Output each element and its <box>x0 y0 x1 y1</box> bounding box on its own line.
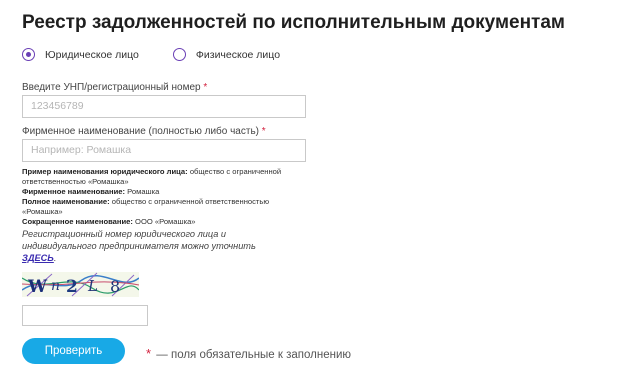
page-title: Реестр задолженностей по исполнительным … <box>22 12 565 33</box>
radio-individual[interactable]: Физическое лицо <box>172 48 281 61</box>
required-fields-text: — поля обязательные к заполнению <box>156 349 352 361</box>
hint-term: Пример наименования юридического лица: <box>22 167 188 176</box>
company-name-input[interactable]: Например: Ромашка <box>22 139 306 162</box>
radio-button-selected[interactable] <box>22 48 35 61</box>
registration-note: Регистрационный номер юридического лица … <box>22 228 292 264</box>
unp-placeholder: 123456789 <box>31 100 84 112</box>
hint-line: Сокращенное наименование: ООО «Ромашка» <box>22 217 302 227</box>
radio-legal-entity[interactable]: Юридическое лицо <box>22 48 139 61</box>
unp-input[interactable]: 123456789 <box>22 95 306 118</box>
radio-dot <box>26 52 31 57</box>
captcha-graphic: W n 2 L 8 <box>22 272 139 297</box>
hint-line: Пример наименования юридического лица: о… <box>22 167 302 187</box>
company-name-label: Фирменное наименование (полностью либо ч… <box>22 126 266 137</box>
captcha-input[interactable] <box>22 305 148 326</box>
company-name-placeholder: Например: Ромашка <box>31 144 132 156</box>
unp-label: Введите УНП/регистрационный номер * <box>22 82 207 93</box>
radio-button-unselected[interactable] <box>172 48 186 61</box>
hint-line: Полное наименование: общество с ограниче… <box>22 197 302 217</box>
required-fields-note: * — поля обязательные к заполнению <box>146 346 351 361</box>
svg-text:2: 2 <box>66 277 78 297</box>
hint-text: ООО «Ромашка» <box>135 217 196 226</box>
check-button[interactable]: Проверить <box>22 338 125 364</box>
hint-text: Ромашка <box>127 187 160 196</box>
svg-text:8: 8 <box>110 277 120 296</box>
hint-term: Фирменное наименование: <box>22 187 126 196</box>
hint-term: Сокращенное наименование: <box>22 217 133 226</box>
here-link[interactable]: ЗДЕСЬ <box>22 253 54 263</box>
entity-type-radio-group: Юридическое лицо Физическое лицо <box>22 48 314 61</box>
note-text: Регистрационный номер юридического лица … <box>22 229 256 251</box>
svg-text:W: W <box>27 277 48 297</box>
unp-label-text: Введите УНП/регистрационный номер <box>22 82 201 93</box>
captcha-image: W n 2 L 8 <box>22 272 139 297</box>
required-mark: * <box>261 126 266 137</box>
svg-text:n: n <box>51 278 60 294</box>
note-end: . <box>53 253 57 263</box>
hint-term: Полное наименование: <box>22 197 110 206</box>
hint-line: Фирменное наименование: Ромашка <box>22 187 302 197</box>
radio-legal-label: Юридическое лицо <box>45 48 139 61</box>
svg-text:L: L <box>87 277 98 295</box>
name-examples: Пример наименования юридического лица: о… <box>22 167 302 227</box>
required-mark: * <box>203 82 208 93</box>
radio-individual-label: Физическое лицо <box>195 48 281 61</box>
company-name-label-text: Фирменное наименование (полностью либо ч… <box>22 126 259 137</box>
required-mark: * <box>146 346 152 361</box>
